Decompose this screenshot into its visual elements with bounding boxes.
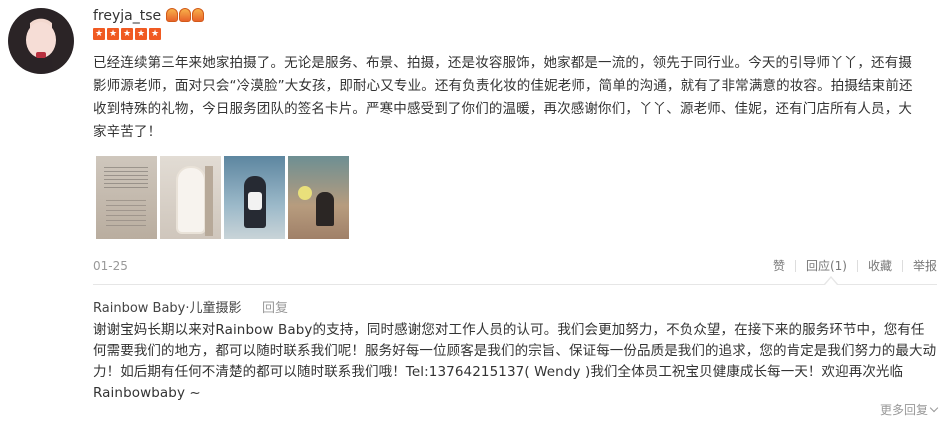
- review-text: 已经连续第三年来她家拍摄了。无论是服务、布景、拍摄，还是妆容服饰，她家都是一流的…: [93, 55, 913, 140]
- review-photo-1[interactable]: [96, 156, 157, 239]
- vip-crown-icon: [166, 8, 178, 22]
- review-date: 01-25: [93, 259, 128, 273]
- review-actions: 赞 回应(1) 收藏 举报: [763, 257, 937, 274]
- rating-stars: ★ ★ ★ ★ ★: [93, 28, 161, 40]
- username[interactable]: freyja_tse: [93, 8, 161, 24]
- star-icon: ★: [107, 28, 119, 40]
- review-photos: [96, 156, 349, 239]
- favorite-button[interactable]: 收藏: [858, 257, 902, 274]
- avatar-bow: [36, 52, 46, 58]
- more-replies-link[interactable]: 更多回复: [879, 401, 939, 418]
- star-icon: ★: [149, 28, 161, 40]
- star-icon: ★: [93, 28, 105, 40]
- reply-count-button[interactable]: 回应(1): [796, 257, 857, 274]
- review-photo-2[interactable]: [160, 156, 221, 239]
- like-button[interactable]: 赞: [763, 257, 795, 274]
- reply-divider: [93, 284, 937, 285]
- report-button[interactable]: 举报: [903, 257, 937, 274]
- vip-crown-icon: [179, 8, 191, 22]
- reply-label[interactable]: 回复: [262, 297, 288, 316]
- star-icon: ★: [121, 28, 133, 40]
- user-avatar[interactable]: [8, 8, 74, 74]
- review-photo-3[interactable]: [224, 156, 285, 239]
- merchant-name: Rainbow Baby·儿童摄影: [93, 301, 242, 316]
- reply-caret: [824, 276, 838, 285]
- vip-crown-icon: [192, 8, 204, 22]
- star-icon: ★: [135, 28, 147, 40]
- more-replies-label: 更多回复: [879, 403, 928, 417]
- merchant-reply-text: 谢谢宝妈长期以来对Rainbow Baby的支持，同时感谢您对工作人员的认可。我…: [93, 322, 937, 401]
- review-photo-4[interactable]: [288, 156, 349, 239]
- chevron-down-icon: [929, 403, 939, 413]
- vip-badges: [166, 8, 204, 22]
